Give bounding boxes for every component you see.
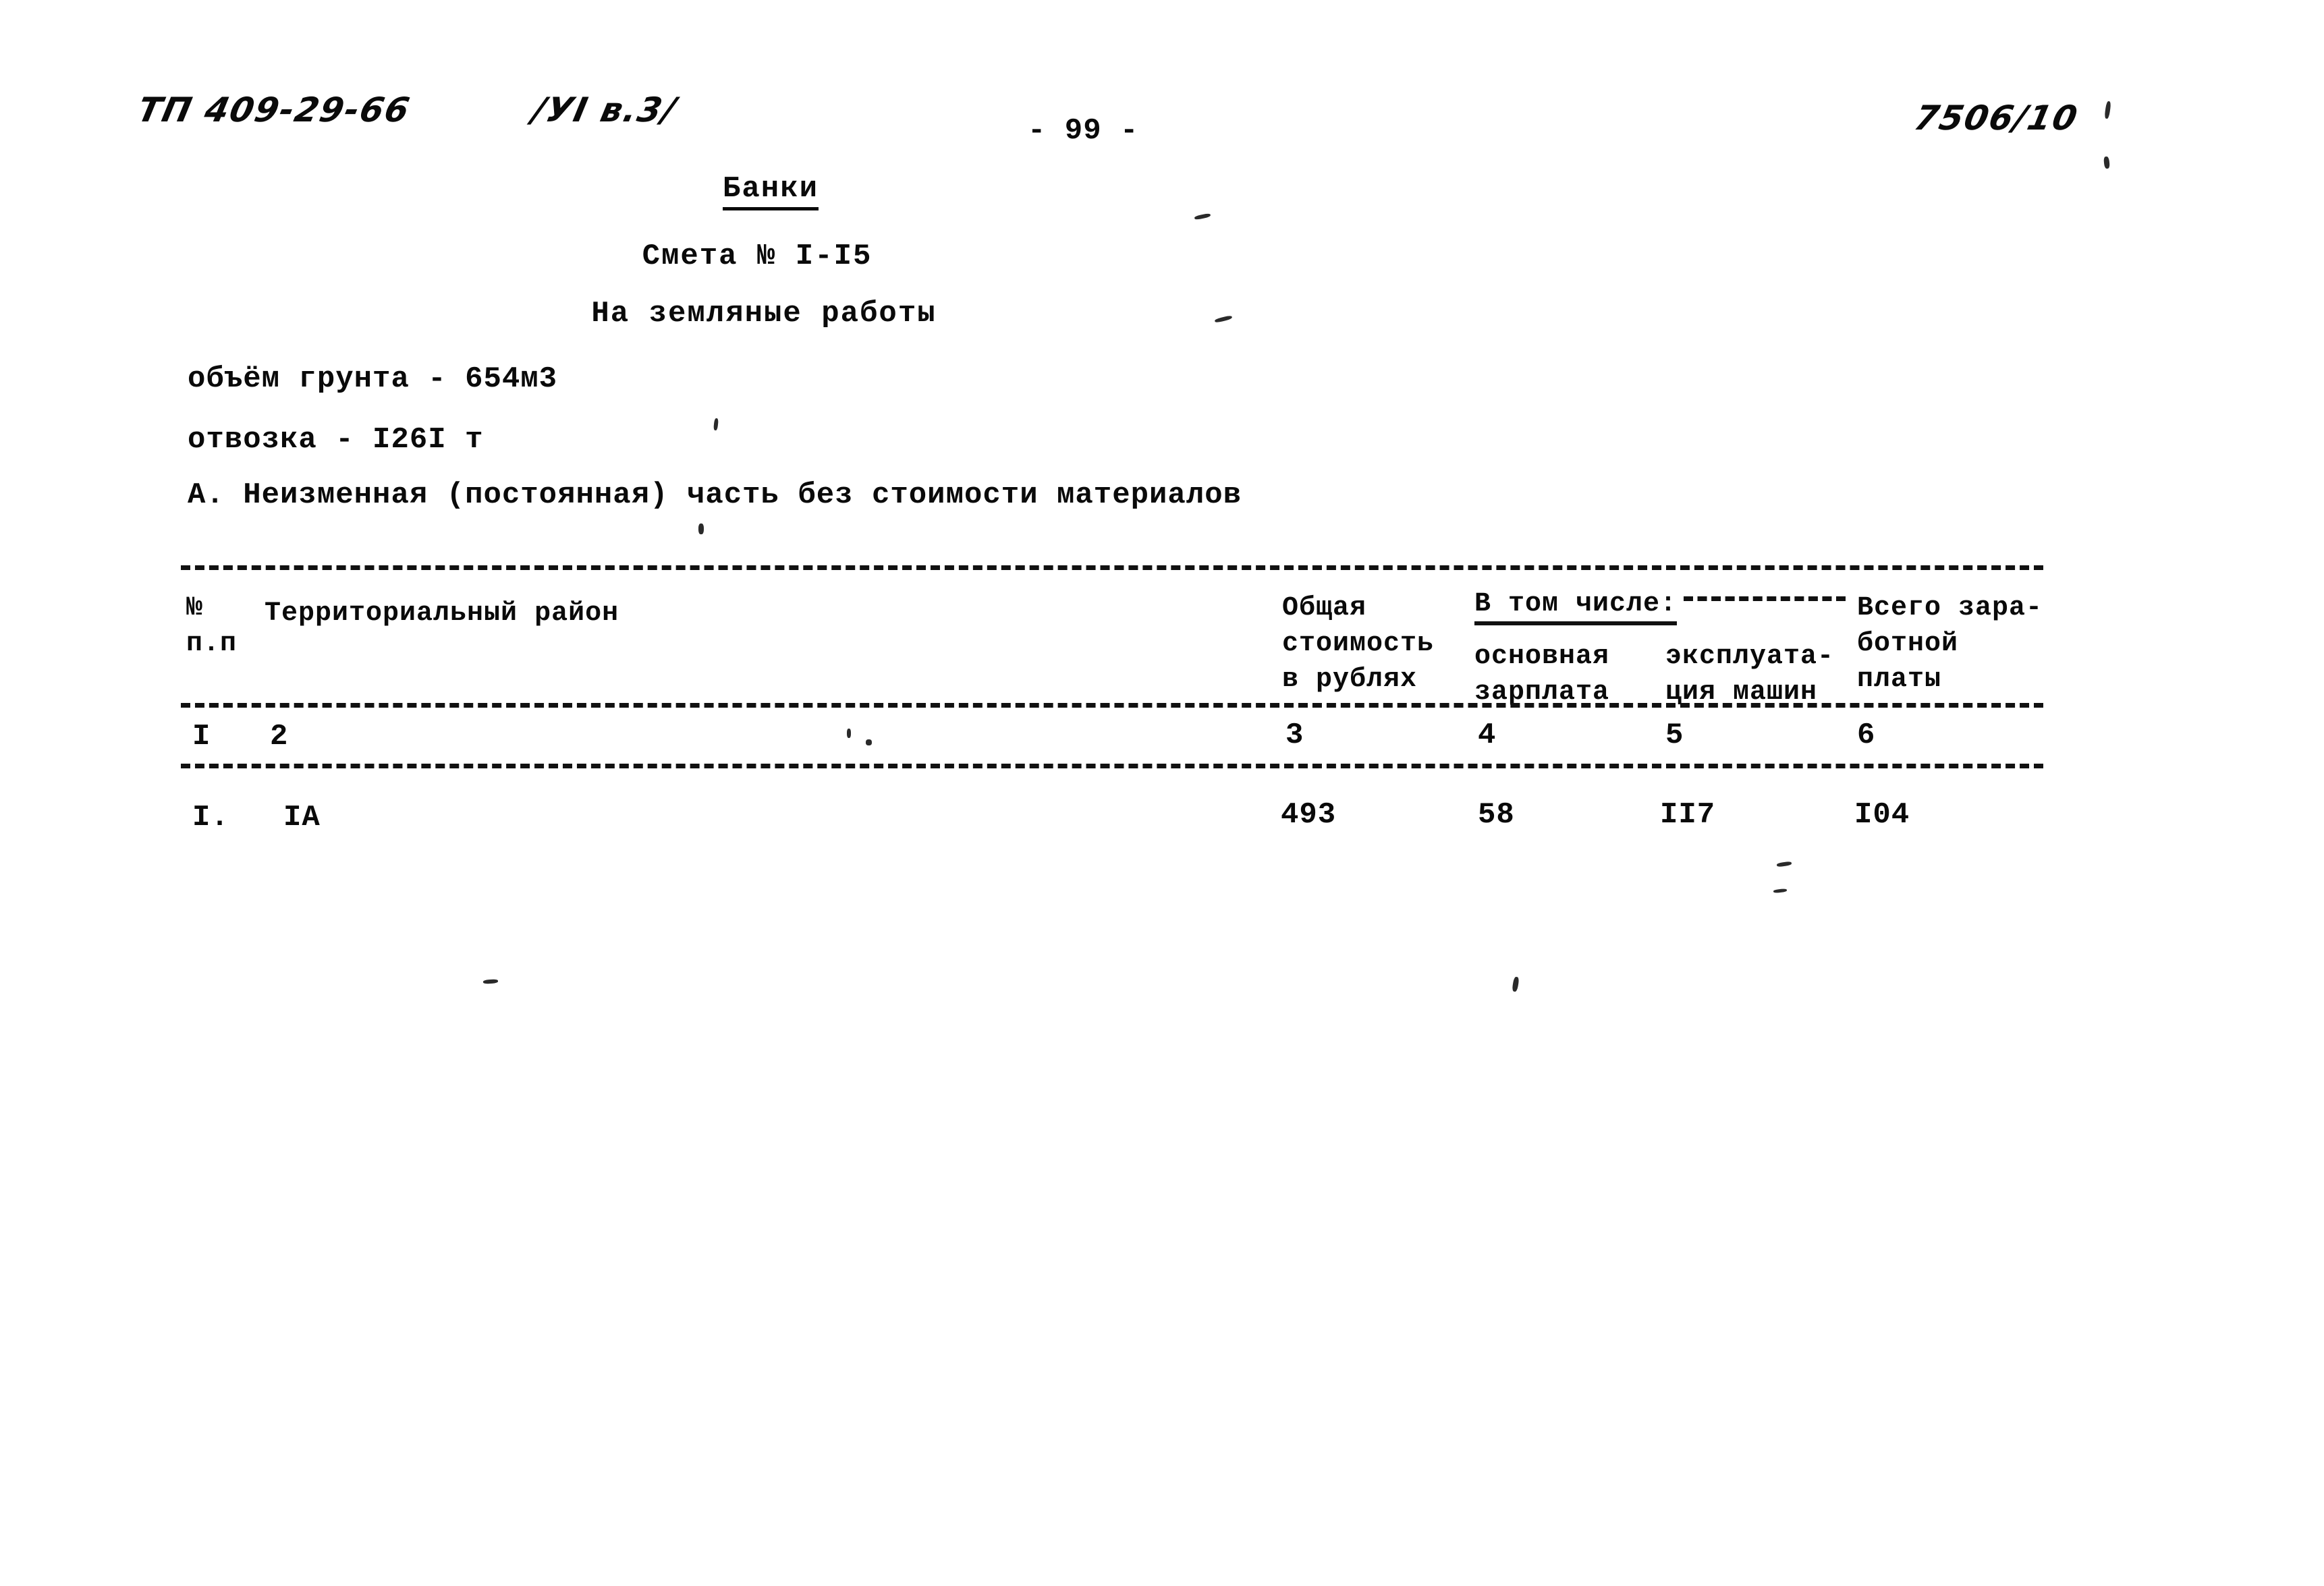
scan-speckle <box>1776 861 1792 868</box>
scan-speckle <box>866 739 872 745</box>
table-rule-top <box>181 565 2043 570</box>
scan-speckle <box>847 729 851 738</box>
page-number: - 99 - <box>1028 114 1139 148</box>
column-header-number: № п.п <box>186 591 237 662</box>
column-header-total-line1: Общая <box>1282 593 1367 623</box>
work-subject: На земляные работы <box>591 297 937 331</box>
column-header-number-line2: п.п <box>186 628 238 659</box>
scan-speckle <box>1773 888 1788 894</box>
project-code-stamp: ТП 409-29-66 <box>134 90 414 130</box>
column-header-wages-line2: ботной <box>1857 628 1959 659</box>
table-row-region: IА <box>283 801 321 834</box>
column-header-salary-line1: основная <box>1474 642 1610 672</box>
document-title: Банки <box>0 172 1933 210</box>
scan-speckle <box>1194 213 1211 221</box>
column-header-total-cost: Общая стоимость в рублях <box>1282 591 1434 698</box>
estimate-number: Смета № I-I5 <box>642 239 873 273</box>
column-index-1: I <box>192 720 211 754</box>
table-rule-middle <box>181 703 2043 708</box>
scan-speckle <box>698 523 704 534</box>
column-header-machine-operation: эксплуата-ция машин <box>1665 640 1834 711</box>
parameter-soil-volume: объём грунта - 654м3 <box>188 362 558 396</box>
archive-code-stamp: 7506/10 <box>1910 98 2082 138</box>
column-index-6: 6 <box>1857 718 1876 752</box>
column-index-4: 4 <box>1478 718 1497 752</box>
document-page: ТП 409-29-66 /УI в.3/ - 99 - 7506/10 Бан… <box>0 0 2324 1586</box>
column-index-5: 5 <box>1665 718 1684 752</box>
section-heading-a: А. Неизменная (постоянная) часть без сто… <box>188 478 1242 512</box>
column-header-total-wages: Всего зара-ботной платы <box>1857 591 2043 698</box>
document-title-text: Банки <box>722 172 819 210</box>
inclusive-group-dash-extension <box>1684 596 1846 601</box>
scan-speckle <box>2104 101 2111 119</box>
column-header-total-line3: в рублях <box>1282 664 1418 695</box>
scan-speckle <box>713 418 719 431</box>
volume-reference-stamp: /УI в.3/ <box>528 90 681 130</box>
table-row-machine-operation: II7 <box>1660 798 1716 832</box>
scan-speckle <box>2103 156 2110 169</box>
parameter-haulage: отвозка - I26I т <box>188 423 484 457</box>
column-header-inclusive-text: В том числе: <box>1474 589 1678 625</box>
column-header-total-line2: стоимость <box>1282 628 1435 659</box>
column-header-wages-line1: Всего зара- <box>1857 593 2043 623</box>
table-row-basic-salary: 58 <box>1478 798 1515 832</box>
column-header-basic-salary: основная зарплата <box>1474 640 1609 711</box>
column-index-3: 3 <box>1285 718 1304 752</box>
column-header-wages-line3: платы <box>1857 664 1942 695</box>
scan-speckle <box>1512 976 1520 992</box>
table-row-total-cost: 493 <box>1281 798 1337 832</box>
table-row-index: I. <box>192 801 229 834</box>
column-header-inclusive-group: В том числе: <box>1474 589 1846 625</box>
scan-speckle <box>482 979 499 984</box>
column-index-2: 2 <box>270 720 289 754</box>
table-row-total-wages: I04 <box>1854 798 1910 832</box>
table-rule-bottom <box>181 764 2043 768</box>
column-header-machines-line1: эксплуата- <box>1665 642 1835 672</box>
column-header-number-line1: № <box>186 593 204 623</box>
column-header-region: Территориальный район <box>265 598 619 629</box>
